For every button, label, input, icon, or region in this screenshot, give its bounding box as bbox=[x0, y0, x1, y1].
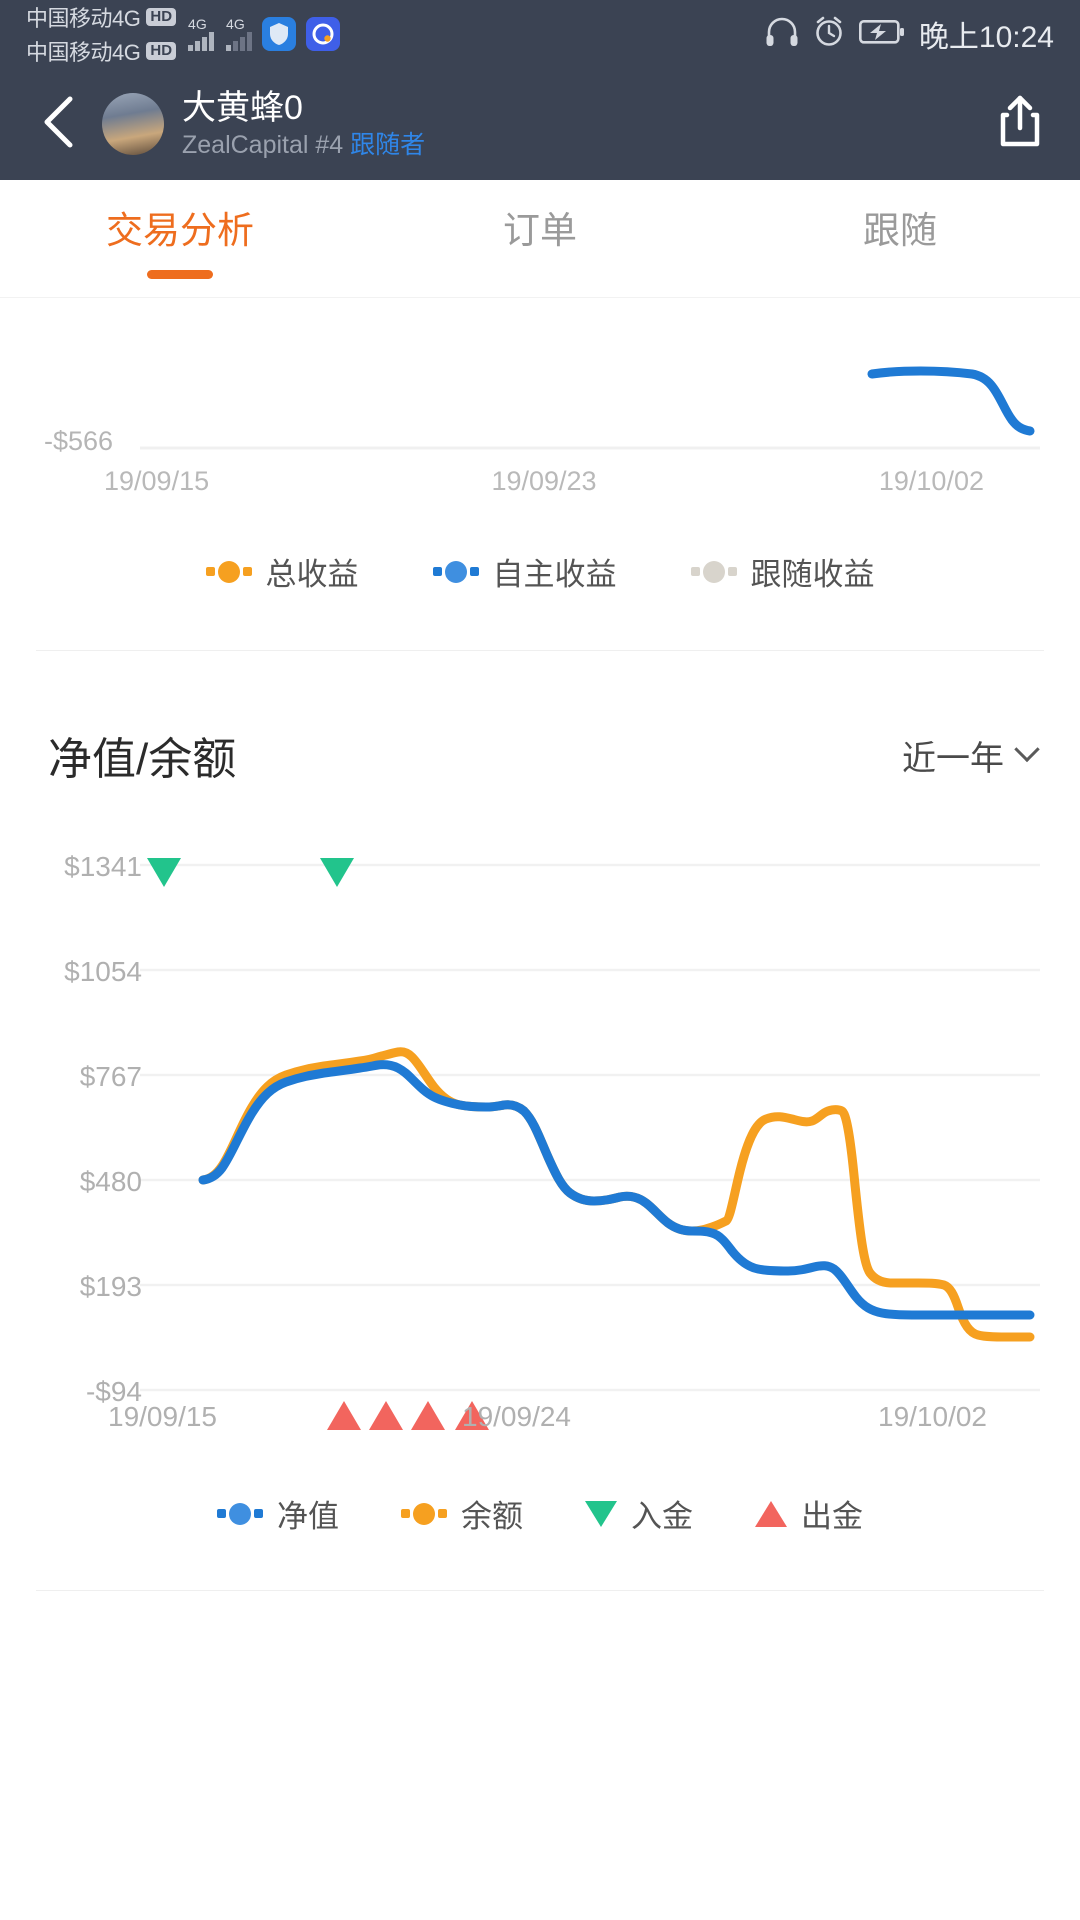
withdraw-marker bbox=[327, 1401, 361, 1430]
status-bar-left: 中国移动4G HD 中国移动4G HD 4G 4G bbox=[26, 1, 341, 67]
profit-chart-ytick: -$566 bbox=[44, 426, 114, 456]
share-button[interactable] bbox=[988, 92, 1052, 156]
legend-label: 自主收益 bbox=[492, 557, 617, 592]
equity-balance-canvas bbox=[140, 858, 1040, 1430]
legend-marker-icon bbox=[217, 1502, 263, 1525]
legend-marker-icon bbox=[401, 1502, 447, 1525]
shield-icon bbox=[262, 17, 297, 51]
trader-name: 大黄蜂0 bbox=[182, 89, 303, 127]
equity-chart-legend: 净值 余额 入金 出金 bbox=[0, 1445, 1080, 1536]
withdraw-marker bbox=[369, 1401, 403, 1430]
carrier-info: 中国移动4G HD 中国移动4G HD bbox=[26, 1, 177, 67]
legend-label: 余额 bbox=[461, 1499, 523, 1534]
page-title: 净值/余额 bbox=[48, 735, 237, 784]
equity-xtick: 19/10/02 bbox=[878, 1401, 987, 1432]
tab-label: 交易分析 bbox=[106, 210, 254, 251]
battery-charging-icon bbox=[858, 19, 905, 50]
tab-orders[interactable]: 订单 bbox=[360, 180, 720, 279]
back-button[interactable] bbox=[28, 92, 92, 156]
bottom-divider bbox=[36, 1590, 1044, 1591]
range-label: 近一年 bbox=[902, 739, 1004, 778]
equity-line bbox=[198, 1060, 1035, 1320]
deposit-marker bbox=[320, 858, 354, 887]
hd-badge-1: HD bbox=[146, 8, 177, 26]
legend-label: 净值 bbox=[277, 1499, 339, 1534]
tab-indicator bbox=[147, 270, 213, 279]
triangle-down-icon bbox=[585, 1500, 617, 1527]
signal-bars-icon-1 bbox=[188, 31, 215, 51]
legend-item-equity[interactable]: 净值 bbox=[217, 1491, 339, 1536]
tab-indicator bbox=[507, 270, 573, 279]
profit-line-self bbox=[867, 366, 1035, 436]
equity-section-header: 净值/余额 近一年 bbox=[0, 651, 1080, 787]
equity-ytick: $480 bbox=[79, 1166, 142, 1197]
legend-item-follow-profit[interactable]: 跟随收益 bbox=[690, 549, 875, 594]
range-selector[interactable]: 近一年 bbox=[902, 731, 1040, 780]
account-label: ZealCapital #4 bbox=[182, 131, 344, 159]
equity-balance-chart[interactable]: $1341 $1054 $767 $480 $193 -$94 19/09/15… bbox=[0, 835, 1080, 1445]
equity-ytick: $1054 bbox=[64, 956, 142, 987]
signal-group-2: 4G bbox=[226, 16, 253, 51]
equity-ytick: $767 bbox=[79, 1061, 142, 1092]
legend-label: 入金 bbox=[631, 1499, 693, 1534]
headphones-icon bbox=[765, 17, 799, 52]
tab-label: 订单 bbox=[503, 210, 577, 251]
profit-chart-xtick: 19/10/02 bbox=[878, 466, 984, 496]
legend-marker-icon bbox=[432, 560, 479, 583]
chevron-left-icon bbox=[38, 94, 82, 155]
navigation-bar: 大黄蜂0 ZealCapital #4 跟随者 bbox=[0, 68, 1080, 180]
legend-label: 出金 bbox=[801, 1499, 863, 1534]
hd-badge-2: HD bbox=[146, 42, 177, 60]
legend-label: 总收益 bbox=[265, 557, 359, 592]
status-bar: 中国移动4G HD 中国移动4G HD 4G 4G 晚上10:24 bbox=[0, 0, 1080, 68]
profit-chart-xtick: 19/09/15 bbox=[104, 466, 210, 496]
legend-item-deposit[interactable]: 入金 bbox=[585, 1491, 693, 1536]
legend-item-withdraw[interactable]: 出金 bbox=[755, 1491, 863, 1536]
profit-chart-xtick: 19/09/23 bbox=[491, 466, 597, 496]
tab-label: 跟随 bbox=[863, 210, 937, 251]
signal-group-1: 4G bbox=[188, 16, 215, 51]
status-bar-right: 晚上10:24 bbox=[765, 12, 1054, 56]
signal-bars-icon-2 bbox=[226, 31, 253, 51]
legend-label: 跟随收益 bbox=[750, 557, 875, 592]
profit-chart[interactable]: -$566 19/09/15 19/09/23 19/10/02 bbox=[0, 298, 1080, 503]
carrier-label-1: 中国移动4G bbox=[26, 6, 141, 31]
browser-icon bbox=[306, 17, 341, 51]
profit-chart-legend: 总收益 自主收益 跟随收益 bbox=[0, 503, 1080, 594]
equity-xtick: 19/09/24 bbox=[462, 1401, 571, 1432]
profile-titles: 大黄蜂0 ZealCapital #4 跟随者 bbox=[182, 88, 425, 160]
legend-marker-icon bbox=[205, 560, 252, 583]
carrier-label-2: 中国移动4G bbox=[26, 40, 141, 65]
deposit-marker bbox=[147, 858, 181, 887]
legend-item-total-profit[interactable]: 总收益 bbox=[205, 549, 359, 594]
profit-chart-xaxis: 19/09/15 19/09/23 19/10/02 bbox=[0, 466, 1080, 497]
follower-badge[interactable]: 跟随者 bbox=[350, 131, 425, 159]
network-type-2: 4G bbox=[226, 16, 245, 32]
network-type-1: 4G bbox=[188, 16, 207, 32]
share-icon bbox=[995, 94, 1045, 155]
status-bar-clock: 晚上10:24 bbox=[918, 21, 1054, 54]
triangle-up-icon bbox=[755, 1500, 787, 1527]
legend-marker-icon bbox=[690, 560, 737, 583]
tab-indicator bbox=[867, 270, 933, 279]
tab-bar: 交易分析 订单 跟随 bbox=[0, 180, 1080, 298]
equity-ytick: $193 bbox=[79, 1271, 142, 1302]
trader-subtitle: ZealCapital #4 跟随者 bbox=[182, 130, 425, 160]
alarm-icon bbox=[813, 16, 845, 53]
equity-xtick: 19/09/15 bbox=[108, 1401, 217, 1432]
withdraw-marker bbox=[411, 1401, 445, 1430]
chevron-down-icon bbox=[1014, 736, 1040, 763]
tab-follow[interactable]: 跟随 bbox=[720, 180, 1080, 279]
equity-ytick: $1341 bbox=[64, 851, 142, 882]
tab-trade-analysis[interactable]: 交易分析 bbox=[0, 180, 360, 279]
legend-item-balance[interactable]: 余额 bbox=[401, 1491, 523, 1536]
legend-item-self-profit[interactable]: 自主收益 bbox=[432, 549, 617, 594]
deposit-markers bbox=[147, 858, 354, 887]
avatar[interactable] bbox=[102, 93, 164, 155]
